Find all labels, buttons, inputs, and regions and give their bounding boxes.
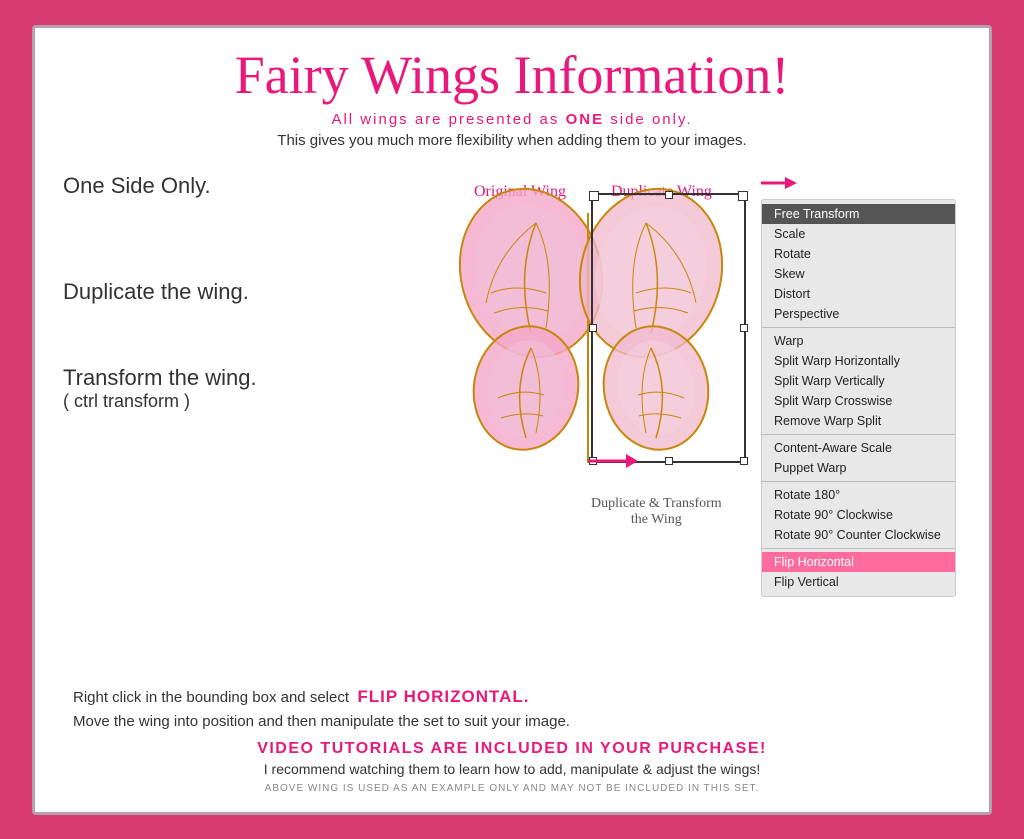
menu-divider-3 [762, 481, 955, 482]
move-instruction: Move the wing into position and then man… [73, 713, 951, 730]
menu-divider-2 [762, 434, 955, 435]
video-tutorials-sub: I recommend watching them to learn how t… [73, 761, 951, 777]
bottom-text: Right click in the bounding box and sele… [53, 687, 971, 794]
outer-border: Fairy Wings Information! All wings are p… [32, 25, 992, 815]
label-one-side: One Side Only. [63, 173, 431, 199]
menu-split-warp-c[interactable]: Split Warp Crosswise [762, 391, 955, 411]
main-area: One Side Only. Duplicate the wing. Trans… [53, 163, 971, 679]
menu-split-warp-v[interactable]: Split Warp Vertically [762, 371, 955, 391]
menu-content-aware[interactable]: Content-Aware Scale [762, 438, 955, 458]
right-panel: Free Transform Scale Rotate Skew Distort… [751, 163, 971, 679]
menu-flip-vertical[interactable]: Flip Vertical [762, 572, 955, 592]
menu-free-transform[interactable]: Free Transform [762, 204, 955, 224]
description: This gives you much more flexibility whe… [277, 132, 746, 149]
menu-scale[interactable]: Scale [762, 224, 955, 244]
context-menu: Free Transform Scale Rotate Skew Distort… [761, 199, 956, 597]
menu-divider-1 [762, 327, 955, 328]
bounding-box [591, 193, 746, 463]
menu-flip-horizontal[interactable]: Flip Horizontal [762, 552, 955, 572]
menu-distort[interactable]: Distort [762, 284, 955, 304]
label-transform: Transform the wing. ( ctrl transform ) [63, 365, 431, 412]
page-title: Fairy Wings Information! [235, 46, 790, 105]
menu-rotate[interactable]: Rotate [762, 244, 955, 264]
video-tutorials-title: VIDEO TUTORIALS ARE INCLUDED IN YOUR PUR… [73, 740, 951, 758]
menu-rotate-180[interactable]: Rotate 180° [762, 485, 955, 505]
menu-split-warp-h[interactable]: Split Warp Horizontally [762, 351, 955, 371]
dup-transform-label: Duplicate & Transformthe Wing [591, 496, 722, 528]
menu-skew[interactable]: Skew [762, 264, 955, 284]
menu-divider-4 [762, 548, 955, 549]
menu-perspective[interactable]: Perspective [762, 304, 955, 324]
menu-remove-warp[interactable]: Remove Warp Split [762, 411, 955, 431]
menu-puppet-warp[interactable]: Puppet Warp [762, 458, 955, 478]
wing-area: Original Wing Duplicate Wing [436, 173, 746, 533]
left-panel: One Side Only. Duplicate the wing. Trans… [53, 163, 431, 679]
menu-rotate-90ccw[interactable]: Rotate 90° Counter Clockwise [762, 525, 955, 545]
transform-arrow [588, 449, 638, 473]
menu-warp[interactable]: Warp [762, 331, 955, 351]
footnote: ABOVE WING IS USED AS AN EXAMPLE ONLY AN… [73, 783, 951, 794]
menu-arrow [761, 173, 971, 193]
menu-rotate-90cw[interactable]: Rotate 90° Clockwise [762, 505, 955, 525]
subtitle: All wings are presented as ONE side only… [331, 111, 692, 128]
inner-content: Fairy Wings Information! All wings are p… [53, 46, 971, 794]
flip-horizontal-instruction: Right click in the bounding box and sele… [73, 687, 951, 707]
center-panel: Original Wing Duplicate Wing [431, 163, 751, 679]
label-duplicate: Duplicate the wing. [63, 279, 431, 305]
